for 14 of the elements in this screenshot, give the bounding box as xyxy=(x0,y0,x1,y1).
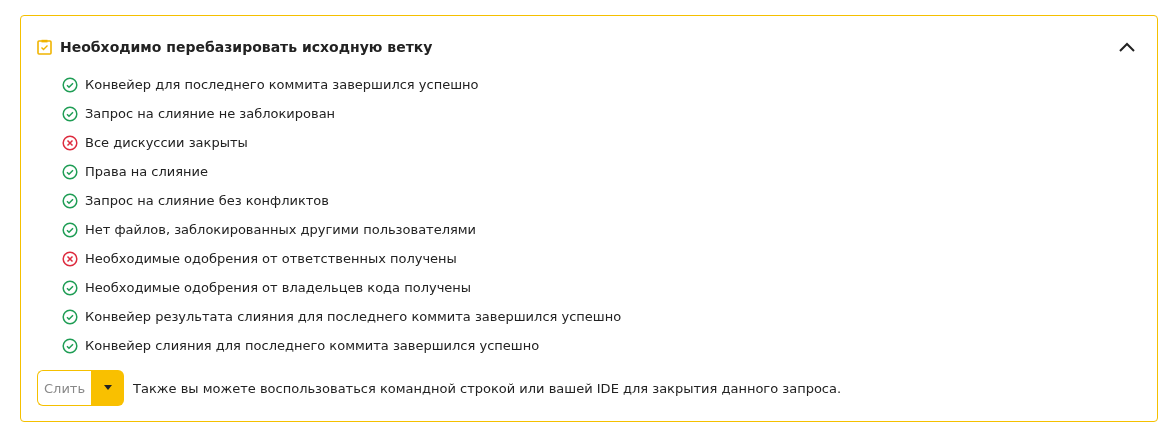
panel-title: Необходимо перебазировать исходную ветку xyxy=(60,39,434,55)
caret-icon xyxy=(102,385,113,391)
check-label: Необходимые одобрения от ответственных получены xyxy=(85,251,457,266)
check-label: Запрос на слияние не заблокирован xyxy=(85,106,336,121)
hint-text: Также вы можете воспользоваться командной строкой или вашей IDE для закрытия данного запроса. xyxy=(133,380,842,396)
check-label: Конвейер для последнего коммита завершился успешно xyxy=(85,77,479,92)
check-label: Запрос на слияние без конфликтов xyxy=(85,193,329,208)
check-label: Все дискуссии закрыты xyxy=(85,135,248,150)
check-label: Права на слияние xyxy=(85,164,209,179)
check-label: Нет файлов, заблокированных другими пользователями xyxy=(85,222,477,237)
check-label: Необходимые одобрения от владельцев кода получены xyxy=(85,280,472,295)
check-label: Конвейер результата слияния для последнего коммита завершился успешно xyxy=(85,309,622,324)
check-label: Конвейер слияния для последнего коммита завершился успешно xyxy=(85,338,540,353)
clipboard-check-icon xyxy=(37,39,52,55)
